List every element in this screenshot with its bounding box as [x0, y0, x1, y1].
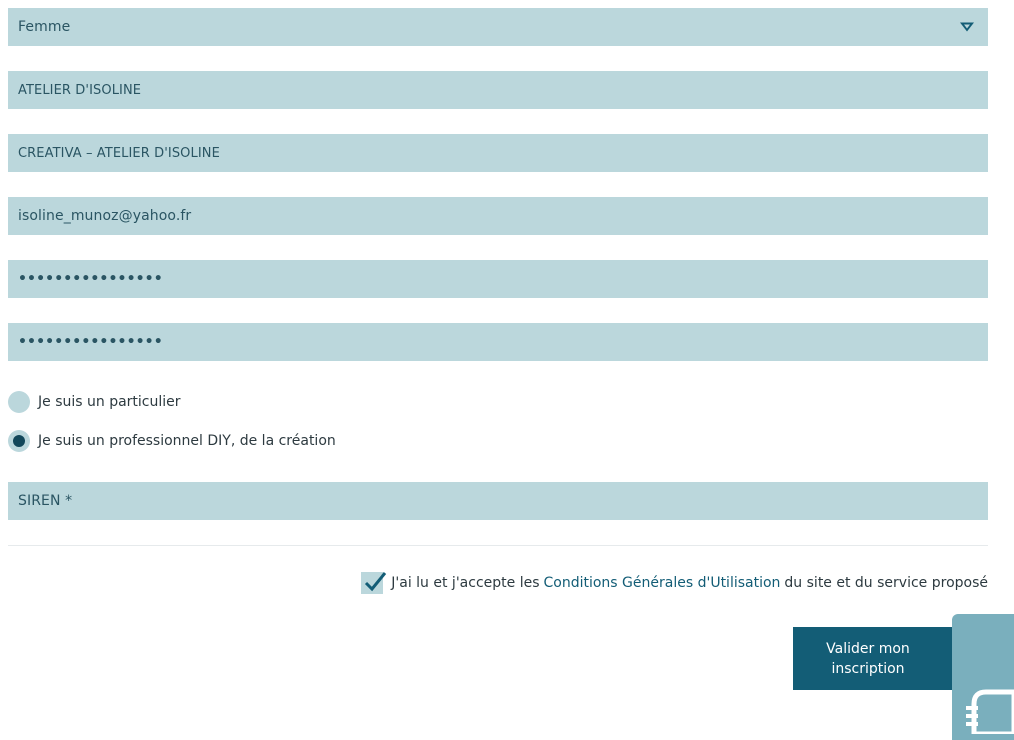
- trade-name-field[interactable]: CREATIVA – ATELIER D'ISOLINE: [8, 134, 988, 172]
- terms-text-before: J'ai lu et j'accepte les: [391, 575, 540, 591]
- siren-field[interactable]: SIREN *: [8, 482, 988, 520]
- civility-value: Femme: [18, 19, 71, 35]
- radio-button-professionnel[interactable]: [8, 430, 30, 452]
- radio-particulier[interactable]: Je suis un particulier: [8, 391, 181, 413]
- chat-widget[interactable]: [952, 614, 1014, 740]
- terms-link[interactable]: Conditions Générales d'Utilisation: [544, 575, 781, 591]
- divider: [8, 545, 988, 546]
- radio-label-professionnel: Je suis un professionnel DIY, de la créa…: [38, 433, 336, 449]
- submit-button[interactable]: Valider mon inscription: [793, 627, 955, 690]
- password-field[interactable]: ••••••••••••••••: [8, 260, 988, 298]
- email-value: isoline_munoz@yahoo.fr: [18, 208, 192, 224]
- radio-professionnel[interactable]: Je suis un professionnel DIY, de la créa…: [8, 430, 336, 452]
- siren-placeholder: SIREN *: [18, 493, 73, 509]
- company-name-value: ATELIER D'ISOLINE: [18, 82, 142, 98]
- company-name-field[interactable]: ATELIER D'ISOLINE: [8, 71, 988, 109]
- radio-button-particulier[interactable]: [8, 391, 30, 413]
- radio-label-particulier: Je suis un particulier: [38, 394, 181, 410]
- trade-name-value: CREATIVA – ATELIER D'ISOLINE: [18, 145, 220, 161]
- submit-label: Valider mon inscription: [826, 640, 910, 677]
- chat-icon: [966, 689, 1014, 734]
- password-value: ••••••••••••••••: [18, 271, 163, 287]
- password-confirm-value: ••••••••••••••••: [18, 334, 163, 350]
- password-confirm-field[interactable]: ••••••••••••••••: [8, 323, 988, 361]
- email-field[interactable]: isoline_munoz@yahoo.fr: [8, 197, 988, 235]
- chevron-down-icon[interactable]: [960, 22, 974, 32]
- terms-row: J'ai lu et j'accepte les Conditions Géné…: [361, 572, 988, 594]
- civility-select[interactable]: Femme: [8, 8, 988, 46]
- checkmark-icon: [365, 572, 387, 592]
- terms-checkbox[interactable]: [361, 572, 387, 594]
- terms-text-after: du site et du service proposé: [784, 575, 988, 591]
